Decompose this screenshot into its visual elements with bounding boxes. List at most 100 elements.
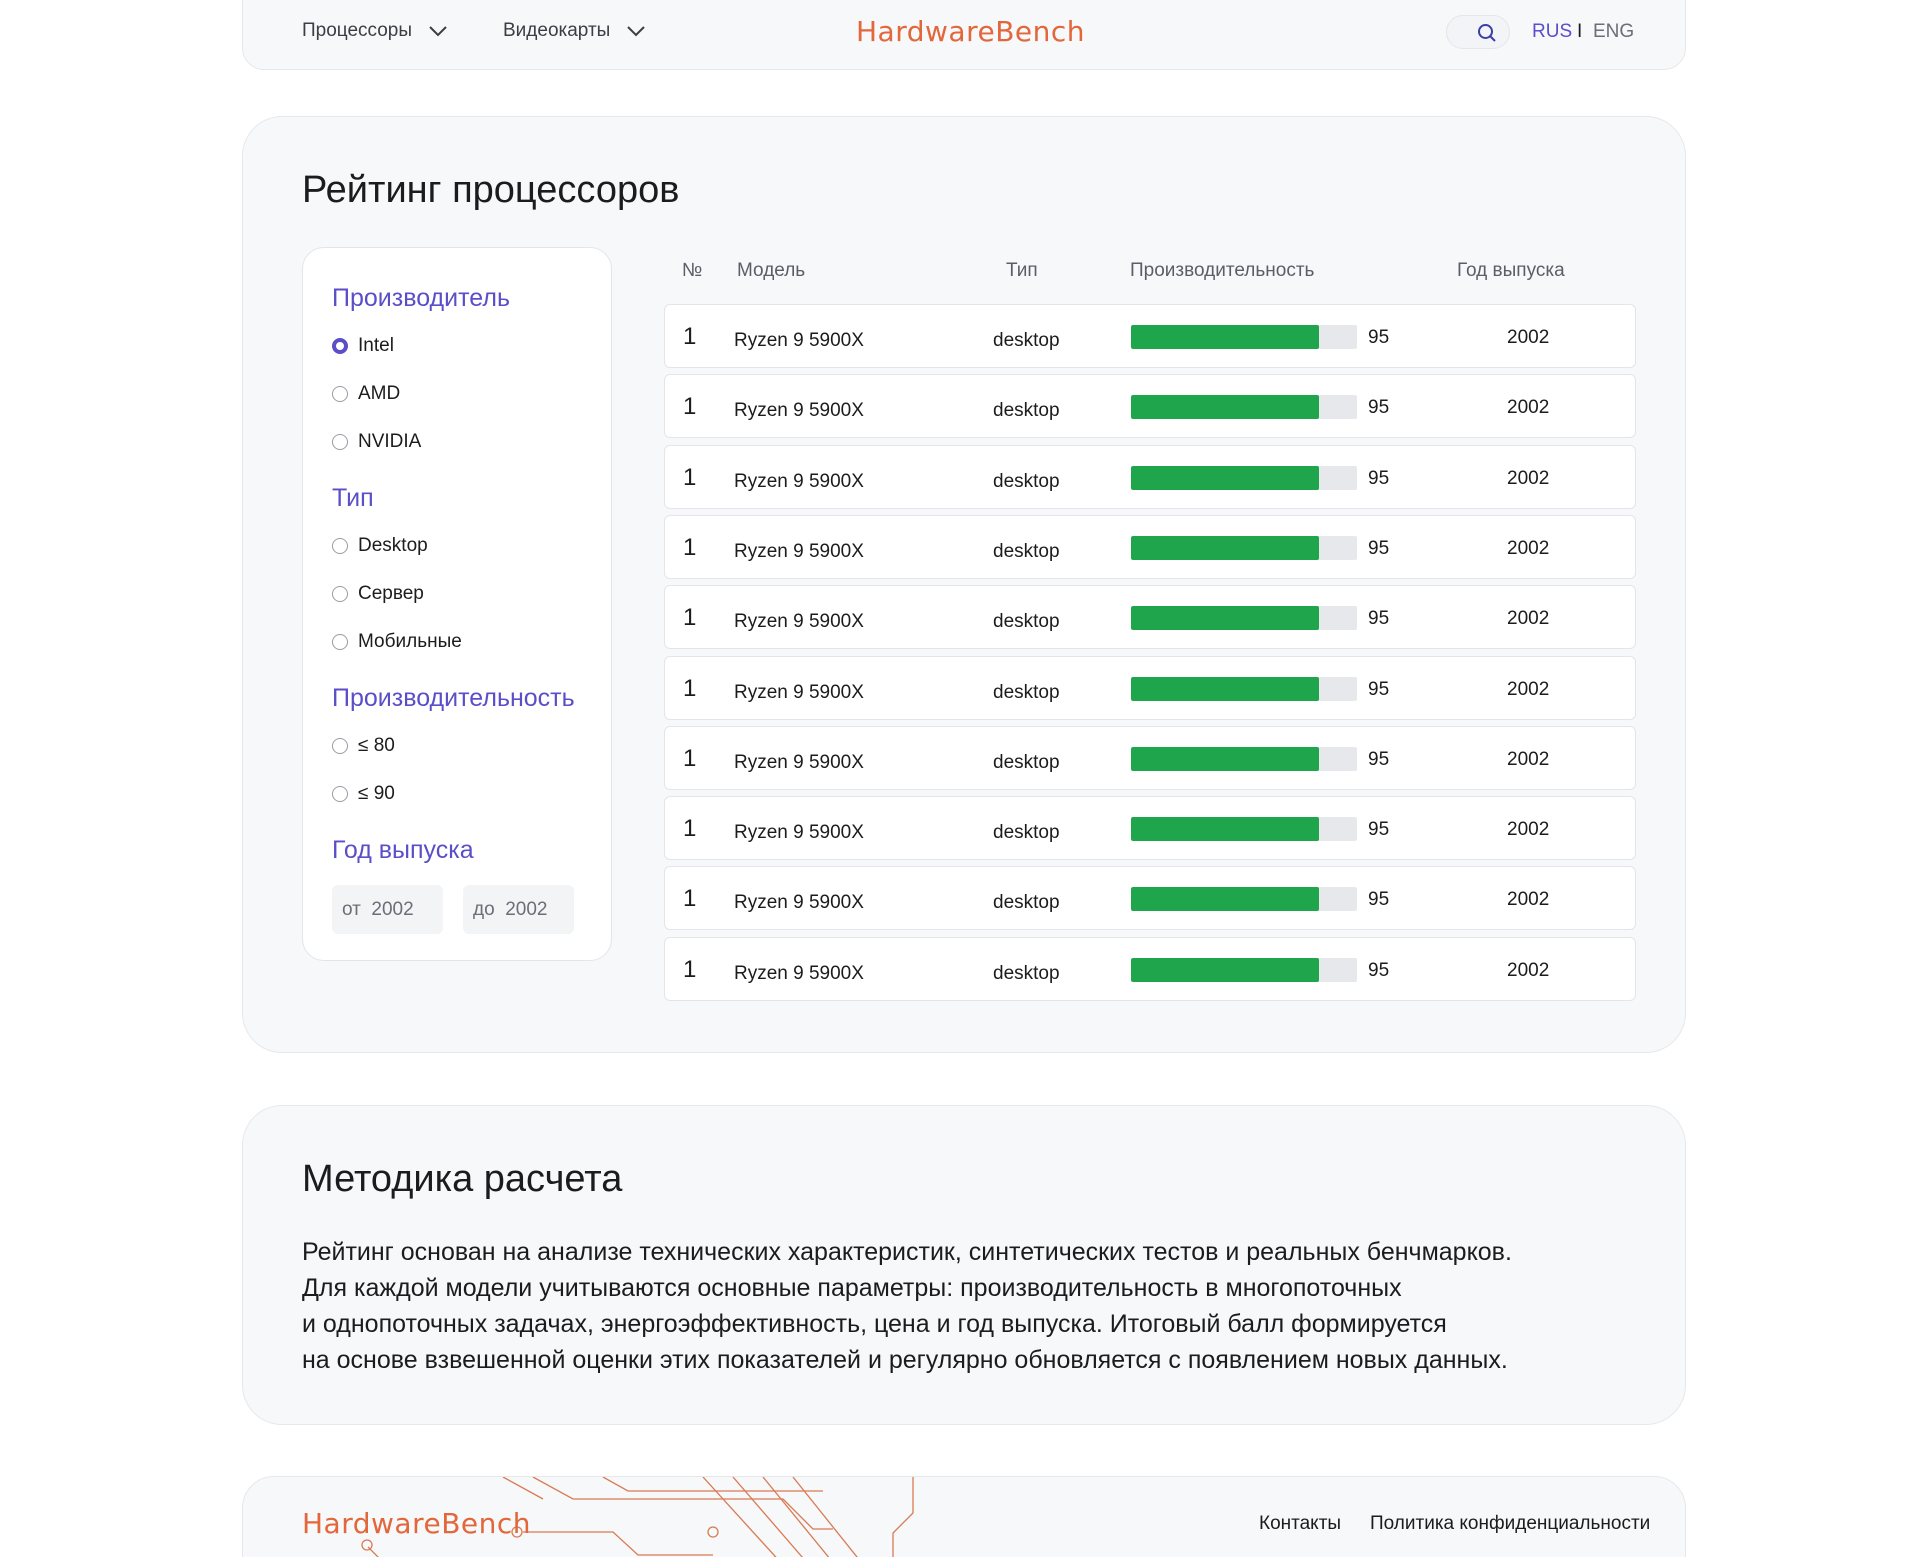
radio[interactable] bbox=[332, 786, 348, 802]
table-row[interactable]: 1 Ryzen 9 5900X desktop 95 2002 bbox=[664, 796, 1636, 860]
row-type: desktop bbox=[993, 541, 1060, 562]
table-row[interactable]: 1 Ryzen 9 5900X desktop 95 2002 bbox=[664, 726, 1636, 790]
footer-link-privacy[interactable]: Политика конфиденциальности bbox=[1370, 1513, 1650, 1535]
search-button[interactable] bbox=[1446, 15, 1510, 49]
radio[interactable] bbox=[332, 634, 348, 650]
row-score: 95 bbox=[1368, 327, 1390, 348]
row-year: 2002 bbox=[1507, 538, 1550, 559]
col-header-num[interactable]: № bbox=[682, 260, 702, 282]
footer-link-contacts[interactable]: Контакты bbox=[1259, 1513, 1341, 1535]
filter-option-label: ≤ 80 bbox=[358, 735, 395, 756]
filter-option-intel[interactable]: Intel bbox=[332, 335, 394, 357]
radio[interactable] bbox=[332, 434, 348, 450]
radio-checked[interactable] bbox=[332, 338, 348, 354]
col-header-model[interactable]: Модель bbox=[737, 260, 805, 282]
performance-bar bbox=[1131, 606, 1357, 630]
lang-separator: I bbox=[1577, 21, 1583, 42]
radio[interactable] bbox=[332, 386, 348, 402]
year-to-value: 2002 bbox=[505, 899, 548, 920]
row-model: Ryzen 9 5900X bbox=[734, 892, 864, 913]
year-from-input[interactable]: от 2002 bbox=[332, 885, 443, 934]
row-number: 1 bbox=[683, 745, 697, 772]
col-header-type[interactable]: Тип bbox=[1006, 260, 1038, 282]
footer-logo[interactable]: HardwareBench bbox=[302, 1507, 531, 1540]
row-year: 2002 bbox=[1507, 468, 1550, 489]
nav-gpus[interactable]: Видеокарты bbox=[503, 20, 646, 42]
radio[interactable] bbox=[332, 586, 348, 602]
year-to-input[interactable]: до 2002 bbox=[463, 885, 574, 934]
table-row[interactable]: 1 Ryzen 9 5900X desktop 95 2002 bbox=[664, 937, 1636, 1001]
filter-option-label: Desktop bbox=[358, 535, 428, 556]
row-year: 2002 bbox=[1507, 819, 1550, 840]
table-row[interactable]: 1 Ryzen 9 5900X desktop 95 2002 bbox=[664, 656, 1636, 720]
filter-manufacturer-title: Производитель bbox=[332, 284, 510, 312]
filter-option-amd[interactable]: AMD bbox=[332, 383, 400, 405]
methodology-line: Рейтинг основан на анализе технических х… bbox=[302, 1238, 1512, 1266]
row-model: Ryzen 9 5900X bbox=[734, 541, 864, 562]
row-number: 1 bbox=[683, 534, 697, 561]
year-from-label: от bbox=[342, 899, 361, 920]
lang-rus[interactable]: RUS bbox=[1532, 21, 1572, 43]
row-number: 1 bbox=[683, 675, 697, 702]
row-score: 95 bbox=[1368, 397, 1390, 418]
logo[interactable]: HardwareBench bbox=[856, 15, 1085, 48]
row-score: 95 bbox=[1368, 679, 1390, 700]
nav-processors[interactable]: Процессоры bbox=[302, 20, 448, 42]
table-row[interactable]: 1 Ryzen 9 5900X desktop 95 2002 bbox=[664, 374, 1636, 438]
radio[interactable] bbox=[332, 738, 348, 754]
methodology-text: Рейтинг основан на анализе технических х… bbox=[302, 1234, 1602, 1378]
row-number: 1 bbox=[683, 604, 697, 631]
row-type: desktop bbox=[993, 752, 1060, 773]
row-type: desktop bbox=[993, 330, 1060, 351]
row-type: desktop bbox=[993, 471, 1060, 492]
row-type: desktop bbox=[993, 963, 1060, 984]
filter-option-server[interactable]: Сервер bbox=[332, 583, 424, 605]
rating-title: Рейтинг процессоров bbox=[302, 169, 680, 211]
col-header-performance[interactable]: Производительность bbox=[1130, 260, 1314, 282]
filter-option-le80[interactable]: ≤ 80 bbox=[332, 735, 395, 757]
table-row[interactable]: 1 Ryzen 9 5900X desktop 95 2002 bbox=[664, 585, 1636, 649]
filter-option-le90[interactable]: ≤ 90 bbox=[332, 783, 395, 805]
row-year: 2002 bbox=[1507, 749, 1550, 770]
table-row[interactable]: 1 Ryzen 9 5900X desktop 95 2002 bbox=[664, 445, 1636, 509]
performance-bar bbox=[1131, 817, 1357, 841]
methodology-line: Для каждой модели учитываются основные п… bbox=[302, 1274, 1402, 1302]
methodology-line: на основе взвешенной оценки этих показат… bbox=[302, 1346, 1508, 1374]
table-row[interactable]: 1 Ryzen 9 5900X desktop 95 2002 bbox=[664, 304, 1636, 368]
row-number: 1 bbox=[683, 885, 697, 912]
search-icon bbox=[1478, 24, 1496, 42]
filter-performance-title: Производительность bbox=[332, 684, 575, 712]
filter-option-mobile[interactable]: Мобильные bbox=[332, 631, 462, 653]
methodology-line: и однопоточных задачах, энергоэффективно… bbox=[302, 1310, 1447, 1338]
performance-bar bbox=[1131, 466, 1357, 490]
performance-bar bbox=[1131, 677, 1357, 701]
filter-type-title: Тип bbox=[332, 484, 374, 512]
row-score: 95 bbox=[1368, 608, 1390, 629]
filter-option-nvidia[interactable]: NVIDIA bbox=[332, 431, 421, 453]
footer: HardwareBench Контакты Политика конфиден… bbox=[242, 1476, 1686, 1557]
filters-panel: Производитель Intel AMD NVIDIA Тип Deskt… bbox=[302, 247, 612, 961]
top-header: Процессоры Видеокарты HardwareBench RUS … bbox=[242, 0, 1686, 70]
performance-bar bbox=[1131, 747, 1357, 771]
row-score: 95 bbox=[1368, 749, 1390, 770]
row-number: 1 bbox=[683, 464, 697, 491]
year-to-label: до bbox=[473, 899, 495, 920]
row-score: 95 bbox=[1368, 889, 1390, 910]
row-type: desktop bbox=[993, 822, 1060, 843]
table-row[interactable]: 1 Ryzen 9 5900X desktop 95 2002 bbox=[664, 515, 1636, 579]
row-model: Ryzen 9 5900X bbox=[734, 682, 864, 703]
col-header-year[interactable]: Год выпуска bbox=[1457, 260, 1565, 282]
performance-bar bbox=[1131, 325, 1357, 349]
row-type: desktop bbox=[993, 682, 1060, 703]
filter-option-desktop[interactable]: Desktop bbox=[332, 535, 428, 557]
table-row[interactable]: 1 Ryzen 9 5900X desktop 95 2002 bbox=[664, 866, 1636, 930]
row-score: 95 bbox=[1368, 468, 1390, 489]
row-type: desktop bbox=[993, 892, 1060, 913]
performance-bar bbox=[1131, 536, 1357, 560]
lang-eng[interactable]: ENG bbox=[1593, 21, 1634, 43]
radio[interactable] bbox=[332, 538, 348, 554]
filter-year-title: Год выпуска bbox=[332, 836, 474, 864]
row-model: Ryzen 9 5900X bbox=[734, 752, 864, 773]
row-score: 95 bbox=[1368, 819, 1390, 840]
performance-bar-fill bbox=[1131, 325, 1319, 349]
